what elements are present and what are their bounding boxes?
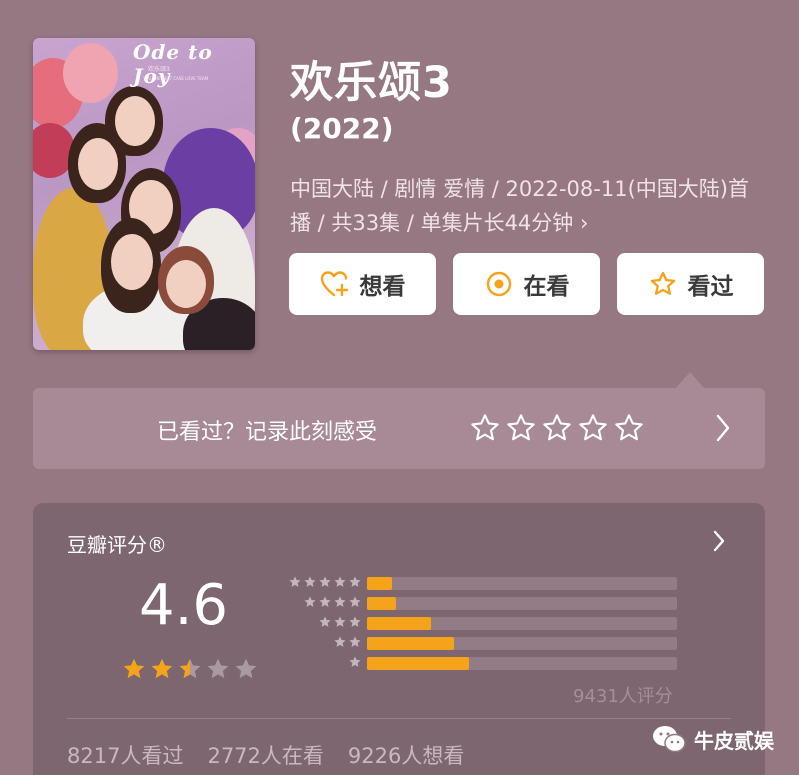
bar-fill xyxy=(367,637,454,650)
movie-year: (2022) xyxy=(290,112,394,145)
watermark-text: 牛皮贰娱 xyxy=(694,728,774,753)
star-outline-icon[interactable] xyxy=(541,412,573,444)
face xyxy=(111,234,153,290)
bar-stars xyxy=(318,615,362,629)
bar-track xyxy=(367,597,677,610)
bar-track xyxy=(367,617,677,630)
rating-label: 豆瓣评分® xyxy=(67,533,167,557)
bar-stars xyxy=(303,595,362,609)
star-icon xyxy=(349,656,361,667)
star-outline-icon[interactable] xyxy=(613,412,645,444)
watch-stats: 8217人看过 2772人在看 9226人想看 xyxy=(67,740,464,770)
star-icon xyxy=(334,616,346,627)
rating-score: 4.6 xyxy=(139,573,229,638)
heart-plus-icon xyxy=(320,269,350,299)
watched-label: 看过 xyxy=(687,274,734,300)
face xyxy=(115,96,155,146)
poster-image[interactable]: Ode to Joy 欢乐颂3 YOU THE BEST CASE LOVE T… xyxy=(33,38,255,350)
poster-credits: YOU THE BEST CASE LOVE TEAM xyxy=(143,76,209,81)
poster-subtitle: 欢乐颂3 xyxy=(148,66,170,73)
star-icon xyxy=(349,616,361,627)
bar-stars xyxy=(333,635,362,649)
want-label: 想看 xyxy=(359,274,406,300)
star-icon xyxy=(334,576,346,587)
star-icon xyxy=(289,576,301,587)
star-outline-icon[interactable] xyxy=(505,412,537,444)
wechat-icon xyxy=(653,726,686,753)
rate-stars[interactable] xyxy=(469,412,645,444)
record-feeling-bar[interactable]: 已看过？记录此刻感受 xyxy=(33,388,765,469)
rating-bar-3-star xyxy=(279,615,679,631)
star-icon xyxy=(123,658,145,679)
bar-stars xyxy=(288,575,362,589)
bar-fill xyxy=(367,577,392,590)
star-outline-icon xyxy=(648,269,678,299)
star-outline-icon[interactable] xyxy=(469,412,501,444)
star-icon xyxy=(151,658,173,679)
record-prompt: 已看过？记录此刻感受 xyxy=(157,420,378,445)
star-icon xyxy=(319,616,331,627)
movie-meta-link[interactable]: 中国大陆 / 剧情 爱情 / 2022-08-11(中国大陆)首播 / 共33集… xyxy=(290,172,760,240)
chevron-right-icon[interactable] xyxy=(713,412,733,448)
watched-count[interactable]: 8217人看过 xyxy=(67,740,183,770)
divider xyxy=(67,718,731,719)
balloon xyxy=(63,43,118,103)
star-icon xyxy=(304,576,316,587)
bar-fill xyxy=(367,597,397,610)
chevron-right-icon[interactable] xyxy=(711,529,727,557)
bar-fill xyxy=(367,617,431,630)
rating-bar-5-star xyxy=(279,575,679,591)
watching-button[interactable]: 在看 xyxy=(453,253,600,315)
bar-stars xyxy=(348,655,362,669)
watermark: 牛皮贰娱 xyxy=(652,724,774,754)
star-icon xyxy=(349,596,361,607)
rating-bar-1-star xyxy=(279,655,679,671)
want-button[interactable]: 想看 xyxy=(289,253,436,315)
target-icon xyxy=(484,269,514,299)
bar-track xyxy=(367,637,677,650)
star-icon xyxy=(319,596,331,607)
watching-label: 在看 xyxy=(523,274,570,300)
rating-count[interactable]: 9431人评分 xyxy=(573,682,673,708)
star-icon xyxy=(334,596,346,607)
rating-bar-2-star xyxy=(279,635,679,651)
bar-fill xyxy=(367,657,470,670)
rating-stars xyxy=(121,656,259,682)
watched-button[interactable]: 看过 xyxy=(617,253,764,315)
star-icon xyxy=(349,636,361,647)
want-count[interactable]: 9226人想看 xyxy=(348,740,464,770)
star-icon xyxy=(235,658,257,679)
star-icon xyxy=(304,596,316,607)
record-bar-pointer xyxy=(676,372,704,388)
watching-count[interactable]: 2772人在看 xyxy=(207,740,323,770)
star-icon xyxy=(207,658,229,679)
star-outline-icon[interactable] xyxy=(577,412,609,444)
half-star-icon xyxy=(179,658,201,679)
star-icon xyxy=(349,576,361,587)
movie-title: 欢乐颂3 xyxy=(290,58,453,108)
bar-track xyxy=(367,657,677,670)
star-icon xyxy=(319,576,331,587)
rating-bar-4-star xyxy=(279,595,679,611)
face xyxy=(166,260,206,308)
star-icon xyxy=(334,636,346,647)
bar-track xyxy=(367,577,677,590)
